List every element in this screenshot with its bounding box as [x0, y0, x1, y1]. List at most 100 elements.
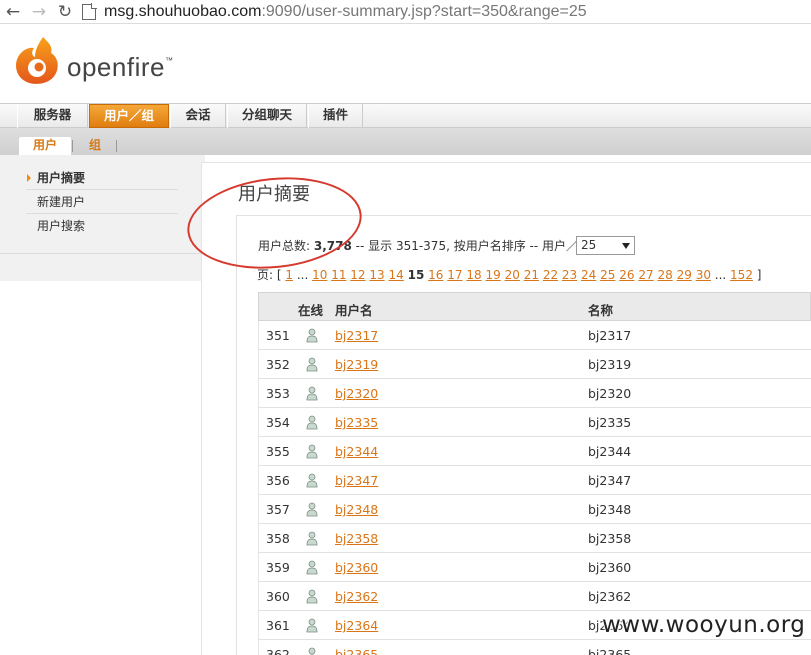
pager-ellipsis: ... [293, 268, 313, 282]
page-link[interactable]: 19 [485, 268, 500, 282]
page-link[interactable]: 28 [657, 268, 672, 282]
user-name: bj2344 [588, 444, 632, 459]
table-row: 356 bj2347 bj2347 [258, 466, 811, 495]
subtab-divider [72, 140, 73, 152]
back-icon[interactable]: ← [0, 0, 26, 24]
page-link[interactable]: 27 [638, 268, 653, 282]
user-name: bj2362 [588, 589, 632, 604]
forward-icon[interactable]: → [26, 0, 52, 24]
page-link[interactable]: 152 [730, 268, 753, 282]
tab-server[interactable]: 服务器 [17, 104, 88, 128]
tab-group-chat[interactable]: 分组聊天 [227, 104, 307, 128]
page-link[interactable]: 25 [600, 268, 615, 282]
user-offline-icon [306, 589, 318, 604]
sidebar-item-new-user[interactable]: 新建用户 [26, 190, 178, 214]
row-number: 360 [266, 589, 290, 604]
row-number: 355 [266, 444, 290, 459]
row-number: 352 [266, 357, 290, 372]
showing-range: 351-375 [395, 239, 447, 253]
username-link[interactable]: bj2364 [335, 618, 378, 633]
user-offline-icon [306, 386, 318, 401]
per-page-select[interactable]: 25 [576, 236, 635, 255]
username-link[interactable]: bj2319 [335, 357, 378, 372]
username-link[interactable]: bj2347 [335, 473, 378, 488]
username-link[interactable]: bj2335 [335, 415, 378, 430]
sub-tabs: 用户 组 [0, 128, 811, 155]
page-link[interactable]: 26 [619, 268, 634, 282]
logo-wordmark: openfire™ [67, 52, 173, 83]
browser-toolbar: ← → ↻ msg.shouhuobao.com:9090/user-summa… [0, 0, 811, 24]
user-name: bj2358 [588, 531, 632, 546]
table-row: 358 bj2358 bj2358 [258, 524, 811, 553]
page-link[interactable]: 10 [312, 268, 327, 282]
page-link[interactable]: 29 [677, 268, 692, 282]
user-offline-icon [306, 531, 318, 546]
table-row: 354 bj2335 bj2335 [258, 408, 811, 437]
page-link[interactable]: 24 [581, 268, 596, 282]
row-number: 362 [266, 647, 290, 655]
user-offline-icon [306, 618, 318, 633]
page-link[interactable]: 18 [466, 268, 481, 282]
sidebar: 用户摘要 新建用户 用户搜索 [0, 155, 205, 281]
username-link[interactable]: bj2365 [335, 647, 378, 655]
user-table: 在线 用户名 名称 351 bj2317 bj2317 352 bj2319 bj2319… [258, 292, 811, 655]
table-row: 359 bj2360 bj2360 [258, 553, 811, 582]
per-page-value: 25 [581, 238, 597, 252]
user-name: bj2360 [588, 560, 632, 575]
table-header: 在线 用户名 名称 [258, 292, 811, 321]
table-row: 351 bj2317 bj2317 [258, 321, 811, 350]
table-row: 362 bj2365 bj2365 [258, 640, 811, 655]
logo-tm: ™ [164, 56, 174, 65]
page-link[interactable]: 13 [369, 268, 384, 282]
page-link[interactable]: 16 [428, 268, 443, 282]
page-link[interactable]: 1 [285, 268, 293, 282]
user-offline-icon [306, 415, 318, 430]
page-link[interactable]: 11 [331, 268, 346, 282]
row-number: 356 [266, 473, 290, 488]
user-name: bj2320 [588, 386, 632, 401]
username-link[interactable]: bj2320 [335, 386, 378, 401]
user-name: bj2348 [588, 502, 632, 517]
user-name: bj2317 [588, 328, 632, 343]
page-link[interactable]: 21 [524, 268, 539, 282]
username-link[interactable]: bj2360 [335, 560, 378, 575]
header-username[interactable]: 用户名 [335, 300, 373, 319]
page-link[interactable]: 20 [505, 268, 520, 282]
header-name[interactable]: 名称 [588, 300, 613, 319]
username-link[interactable]: bj2348 [335, 502, 378, 517]
chevron-down-icon [622, 243, 630, 249]
page-link[interactable]: 14 [389, 268, 404, 282]
openfire-logo-icon [16, 37, 58, 84]
row-number: 359 [266, 560, 290, 575]
table-row: 360 bj2362 bj2362 [258, 582, 811, 611]
subtab-groups[interactable]: 组 [80, 137, 110, 155]
page-link[interactable]: 17 [447, 268, 462, 282]
username-link[interactable]: bj2358 [335, 531, 378, 546]
username-link[interactable]: bj2317 [335, 328, 378, 343]
page-icon [82, 2, 97, 20]
reload-icon[interactable]: ↻ [52, 0, 78, 24]
subtab-users[interactable]: 用户 [19, 137, 71, 155]
username-link[interactable]: bj2362 [335, 589, 378, 604]
table-row: 357 bj2348 bj2348 [258, 495, 811, 524]
tab-plugins[interactable]: 插件 [308, 104, 363, 128]
page-link[interactable]: 23 [562, 268, 577, 282]
row-number: 357 [266, 502, 290, 517]
user-name: bj2365 [588, 647, 632, 655]
tab-sessions[interactable]: 会话 [170, 104, 226, 128]
username-link[interactable]: bj2344 [335, 444, 378, 459]
sidebar-item-user-search[interactable]: 用户搜索 [26, 214, 178, 238]
page-link[interactable]: 22 [543, 268, 558, 282]
table-row: 355 bj2344 bj2344 [258, 437, 811, 466]
subtab-divider [116, 140, 117, 152]
page-link[interactable]: 12 [350, 268, 365, 282]
current-page: 15 [407, 268, 425, 282]
user-offline-icon [306, 328, 318, 343]
tab-users-groups[interactable]: 用户／组 [89, 104, 169, 128]
sidebar-item-user-summary[interactable]: 用户摘要 [26, 166, 178, 190]
pagination: 页: [ 1 ... 10 11 12 13 14 15 16 17 18 19… [257, 266, 761, 283]
header: openfire™ [0, 25, 811, 103]
row-number: 354 [266, 415, 290, 430]
page-link[interactable]: 30 [696, 268, 711, 282]
address-bar[interactable]: msg.shouhuobao.com:9090/user-summary.jsp… [104, 3, 587, 21]
